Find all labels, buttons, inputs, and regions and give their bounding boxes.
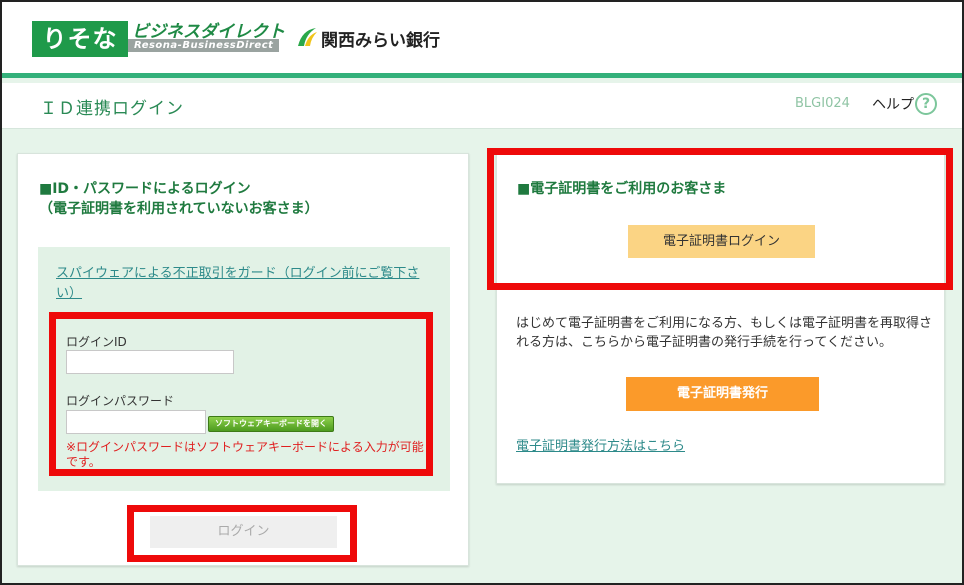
password-login-heading: ■ID・パスワードによるログイン （電子証明書を利用されていないお客さま） xyxy=(39,179,319,219)
password-login-title: ■ID・パスワードによるログイン xyxy=(39,181,251,197)
kansai-mirai-logo-icon xyxy=(298,28,317,46)
page-title: ＩＤ連携ログイン xyxy=(40,99,184,119)
business-direct-logo: ビジネスダイレクト Resona-BusinessDirect xyxy=(128,17,285,57)
kansai-mirai-bank-logo: 関西みらい銀行 xyxy=(321,31,440,51)
highlight-login-button xyxy=(127,505,357,562)
screen-id: BLGI024 xyxy=(795,96,850,111)
highlight-certificate-login xyxy=(487,148,953,290)
certificate-howto-link[interactable]: 電子証明書発行方法はこちら xyxy=(516,435,685,454)
help-link[interactable]: ヘルプ xyxy=(872,94,914,114)
certificate-issue-info: はじめて電子証明書をご利用になる方、もしくは電子証明書を再取得される方は、こちら… xyxy=(516,316,933,350)
highlight-credentials xyxy=(49,312,433,476)
question-circle-icon[interactable]: ? xyxy=(915,93,937,115)
certificate-issue-button[interactable]: 電子証明書発行 xyxy=(626,377,819,411)
spyware-guard-link[interactable]: スパイウェアによる不正取引をガード（ログイン前にご覧下さい） xyxy=(56,264,436,304)
site-header: りそな ビジネスダイレクト Resona-BusinessDirect 関西みら… xyxy=(0,0,964,78)
resona-logo: りそな xyxy=(32,21,128,57)
title-bar: ＩＤ連携ログイン BLGI024 ヘルプ ? xyxy=(0,83,964,129)
password-login-subtitle: （電子証明書を利用されていないお客さま） xyxy=(39,201,319,217)
business-direct-en: Resona-BusinessDirect xyxy=(128,39,280,52)
